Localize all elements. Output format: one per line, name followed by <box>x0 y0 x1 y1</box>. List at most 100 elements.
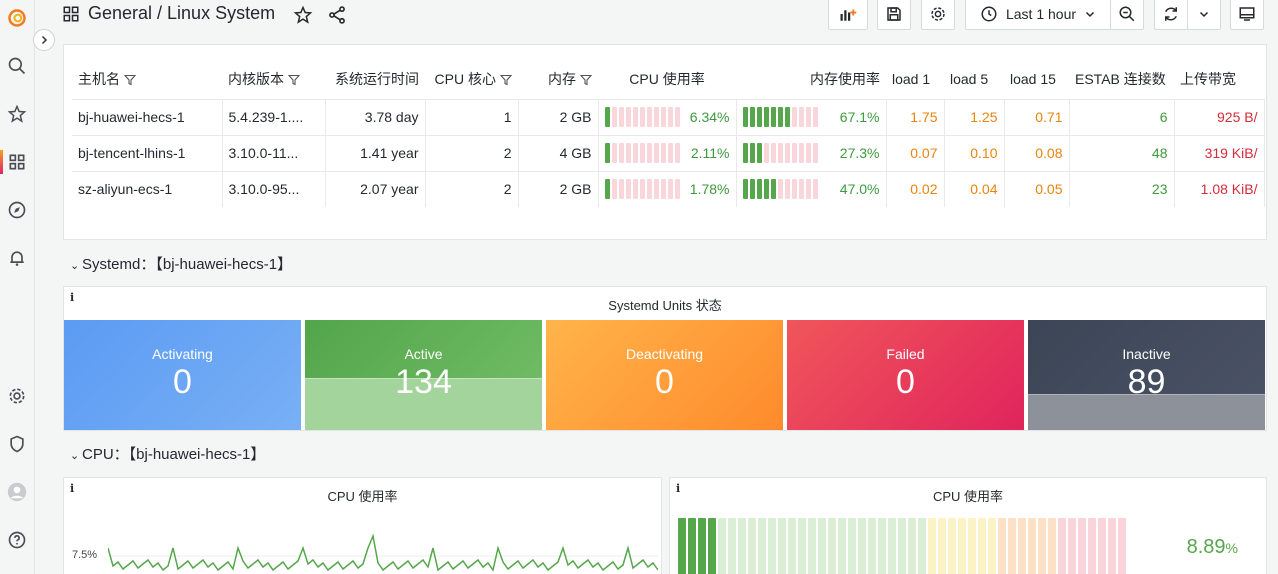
table-header-row: 主机名 内核版本 系统运行时间 CPU 核心 内存 CPU 使用率 内存使用率 … <box>72 59 1264 99</box>
stat-label: Inactive <box>1122 346 1171 362</box>
column-header-load1[interactable]: load 1 <box>886 59 944 99</box>
gauge-segment <box>778 518 786 574</box>
stat-active[interactable]: Active 134 <box>305 320 542 430</box>
usage-gauge <box>604 107 680 127</box>
stat-failed[interactable]: Failed 0 <box>787 320 1024 430</box>
gauge-segment <box>808 518 816 574</box>
cpu-usage-value: 2.11% <box>690 145 730 161</box>
column-header-mem-usage[interactable]: 内存使用率 <box>736 59 886 99</box>
stat-activating[interactable]: Activating 0 <box>64 320 301 430</box>
breadcrumb[interactable]: General / Linux System <box>88 3 275 24</box>
column-header-kernel[interactable]: 内核版本 <box>222 59 325 99</box>
column-header-cpu-usage[interactable]: CPU 使用率 <box>598 59 736 99</box>
explore-compass-icon[interactable] <box>5 198 29 222</box>
usage-gauge <box>742 107 818 127</box>
gauge-segment <box>748 518 756 574</box>
gauge-segment <box>1088 518 1096 574</box>
cell-load5: 0.10 <box>944 134 1005 171</box>
host-overview-table-panel: 主机名 内核版本 系统运行时间 CPU 核心 内存 CPU 使用率 内存使用率 … <box>63 44 1267 240</box>
column-header-hostname[interactable]: 主机名 <box>72 59 222 99</box>
cell-mem-usage: 47.0% <box>736 170 887 207</box>
help-icon[interactable] <box>5 528 29 552</box>
grafana-logo-icon[interactable] <box>5 6 29 30</box>
refresh-button[interactable] <box>1154 0 1188 30</box>
clock-icon <box>981 6 997 22</box>
gauge-segment <box>1048 518 1056 574</box>
mem-usage-value: 47.0% <box>839 181 880 198</box>
user-avatar-icon[interactable] <box>5 480 29 504</box>
host-table: 主机名 内核版本 系统运行时间 CPU 核心 内存 CPU 使用率 内存使用率 … <box>72 59 1265 207</box>
stat-deactivating[interactable]: Deactivating 0 <box>546 320 783 430</box>
cell-kernel: 3.10.0-11... <box>222 134 326 171</box>
column-header-memory[interactable]: 内存 <box>518 59 598 99</box>
cpu-bar-gauge <box>678 518 1126 574</box>
filter-funnel-icon[interactable] <box>500 74 512 86</box>
refresh-icon <box>1165 7 1177 21</box>
alerting-bell-icon[interactable] <box>5 246 29 270</box>
stat-inactive[interactable]: Inactive 89 <box>1028 320 1265 430</box>
cell-uptime: 2.07 year <box>325 170 426 207</box>
gauge-segment <box>1118 518 1126 574</box>
usage-gauge <box>742 143 818 163</box>
gauge-segment <box>858 518 866 574</box>
shield-icon[interactable] <box>5 432 29 456</box>
systemd-units-panel: i Systemd Units 状态 Activating 0 Active 1… <box>63 286 1267 431</box>
refresh-interval-dropdown[interactable] <box>1187 0 1221 30</box>
table-row[interactable]: bj-tencent-lhins-1 3.10.0-11... 1.41 year 2… <box>72 134 1265 171</box>
time-range-label: Last 1 hour <box>1005 6 1077 22</box>
chevron-down-icon <box>1199 11 1209 18</box>
cell-estab: 6 <box>1069 98 1175 135</box>
column-header-upload[interactable]: 上传带宽 <box>1174 59 1264 99</box>
monitor-icon <box>1239 7 1255 21</box>
column-header-uptime[interactable]: 系统运行时间 <box>325 59 425 99</box>
column-header-cpu-cores[interactable]: CPU 核心 <box>425 59 518 99</box>
cell-load1: 0.02 <box>886 170 945 207</box>
gauge-segment <box>1108 518 1116 574</box>
dashboards-icon[interactable] <box>5 150 29 174</box>
share-icon[interactable] <box>327 5 347 25</box>
gauge-segment <box>688 518 696 574</box>
filter-funnel-icon[interactable] <box>124 74 136 86</box>
sidebar-expand-button[interactable] <box>33 29 55 51</box>
tv-mode-button[interactable] <box>1230 0 1264 30</box>
table-row[interactable]: bj-huawei-hecs-1 5.4.239-1.... 3.78 day 1 2 … <box>72 98 1265 135</box>
configuration-gear-icon[interactable] <box>5 384 29 408</box>
sidebar <box>0 0 35 574</box>
panel-title: Systemd Units 状态 <box>608 298 722 313</box>
chevron-down-icon: ⌄ <box>70 260 80 272</box>
time-picker-button[interactable]: Last 1 hour <box>965 0 1111 30</box>
filter-funnel-icon[interactable] <box>580 74 592 86</box>
cell-upload: 925 B/ <box>1174 98 1265 135</box>
systemd-row-header[interactable]: ⌄ Systemd：【bj-huawei-hecs-1】 <box>70 253 292 274</box>
cell-cpu-usage: 6.34% <box>598 98 737 135</box>
gauge-segment <box>978 518 986 574</box>
gauge-segment <box>1058 518 1066 574</box>
stat-label: Activating <box>152 346 213 362</box>
cell-mem-usage: 27.3% <box>736 134 887 171</box>
column-header-load5[interactable]: load 5 <box>944 59 1004 99</box>
dashboard-settings-button[interactable] <box>921 0 955 30</box>
cell-cpu-usage: 1.78% <box>598 170 737 207</box>
add-panel-button[interactable] <box>828 0 868 30</box>
cpu-usage-value: 1.78% <box>689 181 730 198</box>
gauge-segment <box>928 518 936 574</box>
chevron-down-icon: ⌄ <box>70 450 80 462</box>
gauge-segment <box>1038 518 1046 574</box>
dashboard-grid-icon <box>63 6 79 22</box>
stat-label: Failed <box>886 346 925 362</box>
settings-gear-icon <box>931 7 945 21</box>
star-icon[interactable] <box>5 102 29 126</box>
filter-funnel-icon[interactable] <box>288 74 300 86</box>
star-favorite-icon[interactable] <box>293 5 313 25</box>
table-row[interactable]: sz-aliyun-ecs-1 3.10.0-95... 2.07 year 2 2 G… <box>72 170 1265 207</box>
zoom-out-button[interactable] <box>1110 0 1144 30</box>
column-header-estab[interactable]: ESTAB 连接数 <box>1069 59 1174 99</box>
cell-load1: 1.75 <box>886 98 945 135</box>
gauge-segment <box>798 518 806 574</box>
save-dashboard-button[interactable] <box>877 0 911 30</box>
column-header-load15[interactable]: load 15 <box>1004 59 1069 99</box>
cpu-row-header[interactable]: ⌄ CPU：【bj-huawei-hecs-1】 <box>70 443 265 464</box>
cell-memory: 2 GB <box>518 170 599 207</box>
usage-gauge <box>604 143 680 163</box>
search-icon[interactable] <box>5 54 29 78</box>
